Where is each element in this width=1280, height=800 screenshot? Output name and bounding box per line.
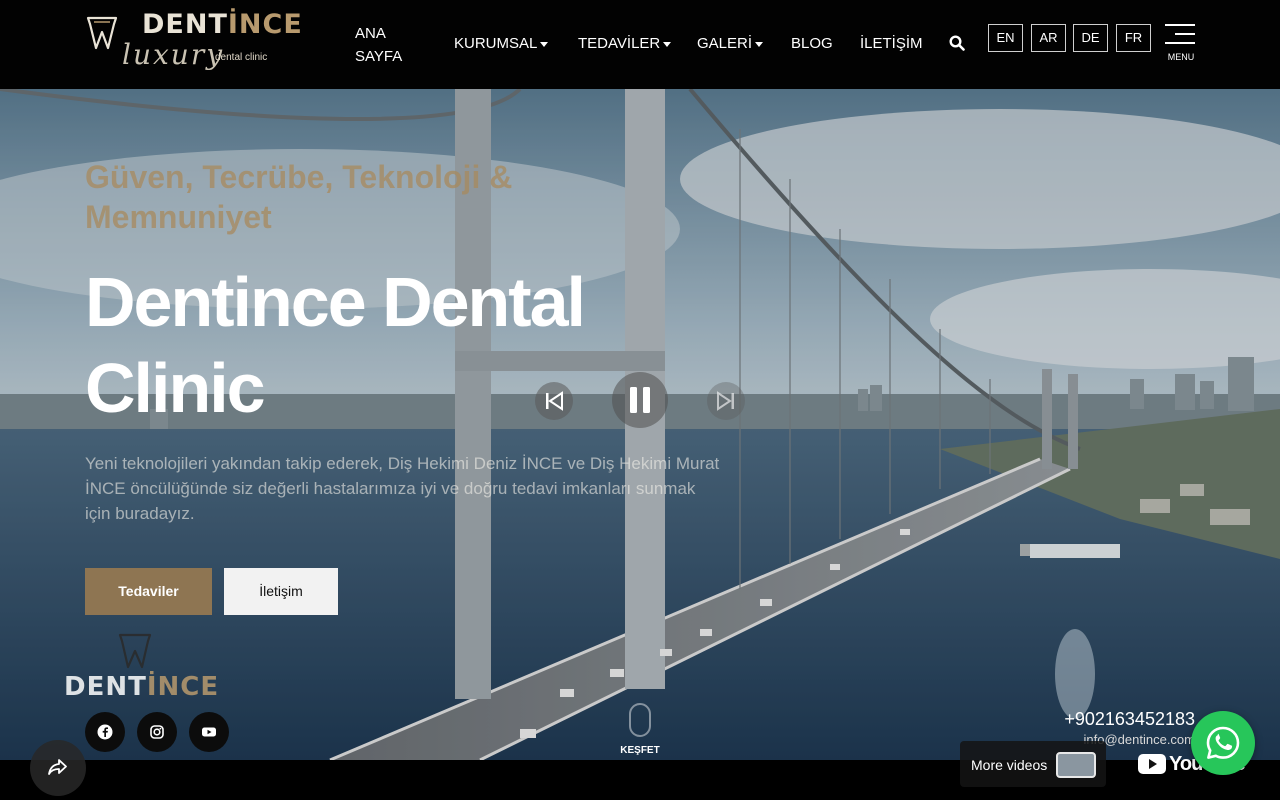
youtube-link[interactable]: [189, 712, 229, 752]
nav-item-blog[interactable]: BLOG: [791, 35, 833, 52]
chevron-down-icon: [755, 41, 764, 47]
instagram-icon: [150, 725, 164, 739]
nav-item-ana-sayfa[interactable]: ANA SAYFA: [355, 22, 415, 68]
brand-logo[interactable]: DENTİNCE luxury dental clinic: [84, 8, 304, 82]
hero-description: Yeni teknolojileri yakından takip ederek…: [85, 454, 720, 523]
lang-fr-button[interactable]: FR: [1116, 24, 1151, 52]
menu-label: MENU: [1167, 52, 1195, 62]
nav-item-galeri[interactable]: GALERİ: [697, 35, 764, 52]
hamburger-icon: [1165, 24, 1195, 26]
explore-label: KEŞFET: [620, 745, 660, 756]
hero-brand-logo: DENTİNCE: [50, 630, 250, 720]
previous-icon: [546, 391, 563, 411]
lang-en-button[interactable]: EN: [988, 24, 1023, 52]
hero-section: Güven, Tecrübe, Teknoloji & Memnuniyet D…: [0, 89, 1280, 760]
share-button[interactable]: [30, 740, 86, 796]
site-header: DENTİNCE luxury dental clinic ANA SAYFA …: [0, 0, 1280, 89]
brand-name: DENTİNCE: [142, 9, 303, 40]
next-video-button[interactable]: [707, 382, 745, 420]
menu-button[interactable]: MENU: [1163, 24, 1197, 64]
explore-scroll-button[interactable]: KEŞFET: [612, 703, 668, 759]
youtube-icon: [202, 727, 216, 737]
facebook-icon: [97, 724, 113, 740]
video-thumbnail: [1056, 752, 1096, 778]
facebook-link[interactable]: [85, 712, 125, 752]
share-icon: [48, 759, 67, 775]
nav-item-iletisim[interactable]: İLETİŞİM: [860, 35, 923, 52]
pause-video-button[interactable]: [612, 372, 668, 428]
instagram-link[interactable]: [137, 712, 177, 752]
nav-item-kurumsal[interactable]: KURUMSAL: [454, 35, 549, 52]
pause-icon: [630, 387, 650, 413]
contact-button[interactable]: İletişim: [224, 568, 338, 615]
tooth-logo-icon: [118, 633, 152, 669]
whatsapp-button[interactable]: [1191, 711, 1255, 775]
mouse-scroll-icon: [629, 703, 651, 737]
search-icon[interactable]: [949, 35, 965, 51]
lang-de-button[interactable]: DE: [1073, 24, 1108, 52]
whatsapp-icon: [1206, 726, 1240, 759]
hamburger-bar: [1165, 42, 1195, 44]
tooth-logo-icon: [86, 16, 118, 50]
phone-number[interactable]: +902163452183: [1040, 709, 1195, 730]
treatments-button[interactable]: Tedaviler: [85, 568, 212, 615]
lang-ar-button[interactable]: AR: [1031, 24, 1066, 52]
nav-item-tedaviler[interactable]: TEDAVİLER: [578, 35, 672, 52]
more-videos-label: More videos: [971, 757, 1048, 773]
next-icon: [717, 391, 734, 411]
chevron-down-icon: [540, 41, 549, 47]
hero-tagline: Güven, Tecrübe, Teknoloji & Memnuniyet: [85, 159, 513, 235]
hamburger-bar: [1175, 33, 1195, 35]
youtube-play-icon: [1138, 754, 1166, 774]
hero-brand-name: DENTİNCE: [64, 672, 220, 702]
brand-script: luxury: [122, 38, 225, 71]
brand-subtitle: dental clinic: [215, 52, 268, 63]
previous-video-button[interactable]: [535, 382, 573, 420]
chevron-down-icon: [663, 41, 672, 47]
more-videos-button[interactable]: More videos: [960, 741, 1106, 787]
